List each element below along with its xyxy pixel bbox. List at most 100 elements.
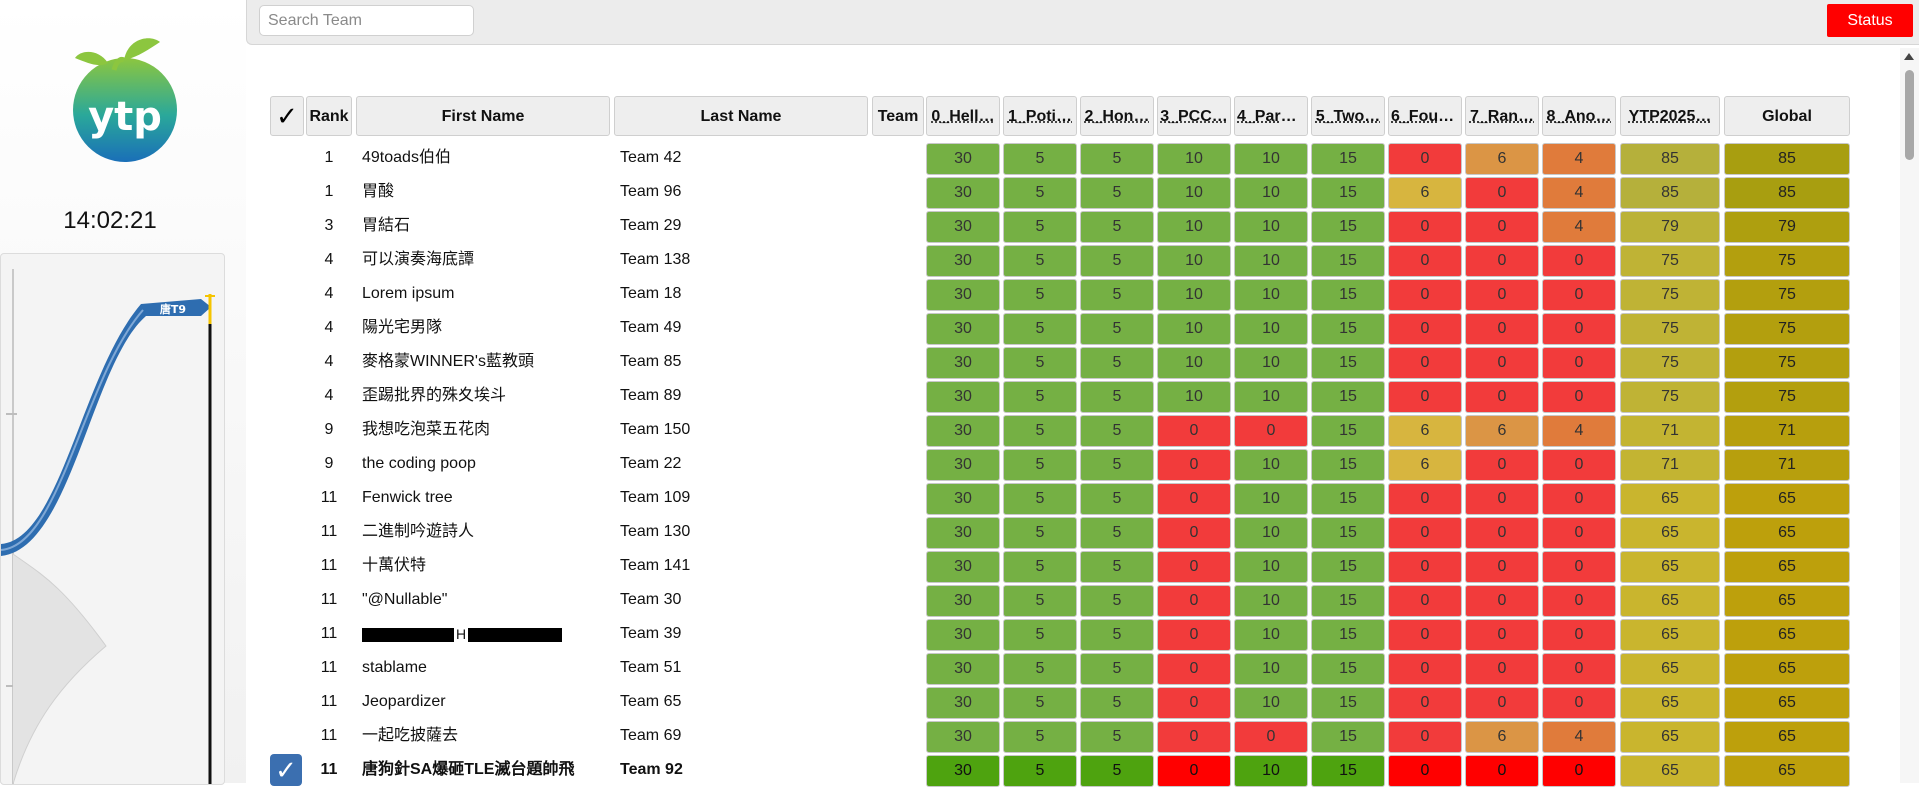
ytp2025-score-cell[interactable]: 65 [1620, 483, 1720, 515]
score-cell-problem-2[interactable]: 5 [1080, 347, 1154, 379]
ytp2025-score-cell[interactable]: 65 [1620, 619, 1720, 651]
score-cell-problem-7[interactable]: 0 [1465, 551, 1539, 583]
score-cell-problem-1[interactable]: 5 [1003, 755, 1077, 787]
score-cell-problem-4[interactable]: 10 [1234, 381, 1308, 413]
score-cell-problem-6[interactable]: 0 [1388, 245, 1462, 277]
score-cell-problem-1[interactable]: 5 [1003, 245, 1077, 277]
score-cell-problem-5[interactable]: 15 [1311, 585, 1385, 617]
score-cell-problem-6[interactable]: 6 [1388, 177, 1462, 209]
table-row[interactable]: 4 Lorem ipsum Team 18 30 5 5 10 10 15 0 0 0 75 75 [270, 278, 1850, 311]
score-cell-problem-7[interactable]: 6 [1465, 721, 1539, 753]
score-cell-problem-0[interactable]: 30 [926, 585, 1000, 617]
score-cell-problem-6[interactable]: 0 [1388, 721, 1462, 753]
score-cell-problem-2[interactable]: 5 [1080, 313, 1154, 345]
score-cell-problem-6[interactable]: 6 [1388, 415, 1462, 447]
ytp2025-score-cell[interactable]: 65 [1620, 687, 1720, 719]
score-cell-problem-6[interactable]: 0 [1388, 143, 1462, 175]
score-cell-problem-0[interactable]: 30 [926, 755, 1000, 787]
score-cell-problem-2[interactable]: 5 [1080, 245, 1154, 277]
ytp2025-score-cell[interactable]: 75 [1620, 245, 1720, 277]
score-cell-problem-0[interactable]: 30 [926, 279, 1000, 311]
score-cell-problem-1[interactable]: 5 [1003, 143, 1077, 175]
column-header-problem-7[interactable]: 7_Ran… [1465, 96, 1539, 136]
score-cell-problem-3[interactable]: 0 [1157, 517, 1231, 549]
score-cell-problem-4[interactable]: 10 [1234, 279, 1308, 311]
column-header-rank[interactable]: Rank [306, 96, 352, 136]
score-cell-problem-1[interactable]: 5 [1003, 619, 1077, 651]
score-cell-problem-7[interactable]: 0 [1465, 619, 1539, 651]
score-cell-problem-5[interactable]: 15 [1311, 755, 1385, 787]
score-cell-problem-0[interactable]: 30 [926, 347, 1000, 379]
ytp2025-score-cell[interactable]: 65 [1620, 517, 1720, 549]
score-cell-problem-7[interactable]: 0 [1465, 245, 1539, 277]
score-cell-problem-5[interactable]: 15 [1311, 211, 1385, 243]
table-row[interactable]: 1 胃酸 Team 96 30 5 5 10 10 15 6 0 4 85 85 [270, 176, 1850, 209]
score-cell-problem-8[interactable]: 0 [1542, 517, 1616, 549]
ytp2025-score-cell[interactable]: 65 [1620, 653, 1720, 685]
table-row[interactable]: 1 49toads伯伯 Team 42 30 5 5 10 10 15 0 6 4 85 85 [270, 142, 1850, 175]
scroll-thumb[interactable] [1905, 70, 1914, 160]
score-cell-problem-3[interactable]: 0 [1157, 721, 1231, 753]
column-header-problem-3[interactable]: 3_PCC… [1157, 96, 1231, 136]
score-cell-problem-4[interactable]: 10 [1234, 687, 1308, 719]
score-cell-problem-1[interactable]: 5 [1003, 687, 1077, 719]
score-cell-problem-2[interactable]: 5 [1080, 755, 1154, 787]
score-cell-problem-6[interactable]: 0 [1388, 517, 1462, 549]
table-row[interactable]: 11 Jeopardizer Team 65 30 5 5 0 10 15 0 0 0 65 65 [270, 686, 1850, 719]
score-cell-problem-4[interactable]: 10 [1234, 177, 1308, 209]
score-cell-problem-8[interactable]: 4 [1542, 177, 1616, 209]
score-cell-problem-0[interactable]: 30 [926, 245, 1000, 277]
score-cell-problem-8[interactable]: 0 [1542, 381, 1616, 413]
row-checkbox[interactable]: ✓ [270, 754, 302, 786]
score-cell-problem-4[interactable]: 0 [1234, 721, 1308, 753]
score-cell-problem-4[interactable]: 10 [1234, 755, 1308, 787]
score-cell-problem-3[interactable]: 10 [1157, 313, 1231, 345]
score-cell-problem-3[interactable]: 0 [1157, 755, 1231, 787]
score-cell-problem-1[interactable]: 5 [1003, 551, 1077, 583]
column-header-problem-1[interactable]: 1_Poti… [1003, 96, 1077, 136]
score-cell-problem-0[interactable]: 30 [926, 551, 1000, 583]
score-cell-problem-7[interactable]: 0 [1465, 653, 1539, 685]
score-cell-problem-2[interactable]: 5 [1080, 143, 1154, 175]
column-header-last-name[interactable]: Last Name [614, 96, 868, 136]
table-row[interactable]: 11 一起吃披薩去 Team 69 30 5 5 0 0 15 0 6 4 65 65 [270, 720, 1850, 753]
score-cell-problem-7[interactable]: 0 [1465, 449, 1539, 481]
score-cell-problem-8[interactable]: 0 [1542, 347, 1616, 379]
score-cell-problem-5[interactable]: 15 [1311, 653, 1385, 685]
score-cell-problem-1[interactable]: 5 [1003, 381, 1077, 413]
score-cell-problem-2[interactable]: 5 [1080, 177, 1154, 209]
score-cell-problem-0[interactable]: 30 [926, 143, 1000, 175]
ytp2025-score-cell[interactable]: 71 [1620, 449, 1720, 481]
score-cell-problem-1[interactable]: 5 [1003, 211, 1077, 243]
score-cell-problem-8[interactable]: 0 [1542, 245, 1616, 277]
score-cell-problem-6[interactable]: 0 [1388, 313, 1462, 345]
ytp2025-score-cell[interactable]: 75 [1620, 347, 1720, 379]
score-cell-problem-7[interactable]: 0 [1465, 483, 1539, 515]
score-cell-problem-8[interactable]: 4 [1542, 721, 1616, 753]
score-cell-problem-1[interactable]: 5 [1003, 653, 1077, 685]
table-row[interactable]: 11 十萬伏特 Team 141 30 5 5 0 10 15 0 0 0 65 65 [270, 550, 1850, 583]
score-cell-problem-7[interactable]: 0 [1465, 687, 1539, 719]
table-row[interactable]: 11 二進制吟遊詩人 Team 130 30 5 5 0 10 15 0 0 0 65 65 [270, 516, 1850, 549]
score-cell-problem-1[interactable]: 5 [1003, 585, 1077, 617]
score-cell-problem-4[interactable]: 10 [1234, 211, 1308, 243]
column-header-problem-5[interactable]: 5_Two… [1311, 96, 1385, 136]
score-cell-problem-6[interactable]: 0 [1388, 211, 1462, 243]
score-cell-problem-6[interactable]: 0 [1388, 755, 1462, 787]
score-cell-problem-6[interactable]: 0 [1388, 279, 1462, 311]
select-all-checkbox[interactable]: ✓ [270, 96, 304, 136]
score-cell-problem-5[interactable]: 15 [1311, 687, 1385, 719]
score-cell-problem-3[interactable]: 0 [1157, 483, 1231, 515]
score-cell-problem-2[interactable]: 5 [1080, 449, 1154, 481]
score-cell-problem-6[interactable]: 6 [1388, 449, 1462, 481]
score-cell-problem-5[interactable]: 15 [1311, 619, 1385, 651]
score-cell-problem-3[interactable]: 10 [1157, 279, 1231, 311]
column-header-problem-8[interactable]: 8_Ano… [1542, 96, 1616, 136]
table-row[interactable]: 11 Fenwick tree Team 109 30 5 5 0 10 15 0 0 0 65 65 [270, 482, 1850, 515]
score-cell-problem-0[interactable]: 30 [926, 177, 1000, 209]
score-cell-problem-8[interactable]: 0 [1542, 687, 1616, 719]
column-header-team[interactable]: Team [872, 96, 924, 136]
table-row[interactable]: 4 歪踢批界的殊夊埃斗 Team 89 30 5 5 10 10 15 0 0 0 75 75 [270, 380, 1850, 413]
column-header-ytp2025[interactable]: YTP2025… [1620, 96, 1720, 136]
score-cell-problem-8[interactable]: 0 [1542, 585, 1616, 617]
